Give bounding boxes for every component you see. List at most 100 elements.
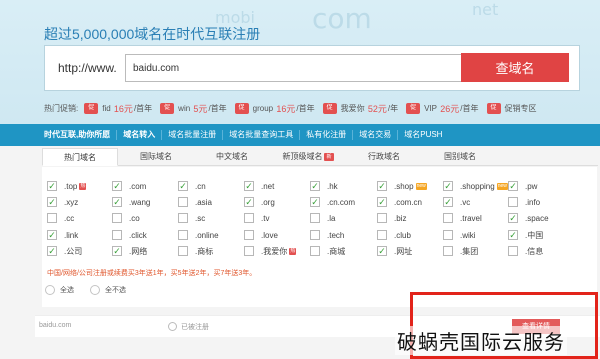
nav-bulk-query[interactable]: 域名批量查询工具 [222,130,299,140]
nav-private-register[interactable]: 私有化注册 [299,130,352,140]
domain-option[interactable]: .信息 [508,245,543,257]
domain-option[interactable]: ✓ .com [112,180,146,192]
nav-domain-transfer[interactable]: 域名转入 [116,130,161,140]
domain-option[interactable]: .商标 [178,245,213,257]
domain-option[interactable]: .info [508,196,540,208]
nav-home[interactable]: 时代互联,助你所愿 [44,130,116,140]
domain-option[interactable]: .集团 [443,245,478,257]
domain-option[interactable]: ✓ .中国 [508,229,543,241]
domain-checkbox[interactable] [310,246,320,256]
domain-option[interactable]: .tech [310,229,344,241]
domain-checkbox[interactable] [178,213,188,223]
domain-checkbox[interactable]: ✓ [443,197,453,207]
domain-checkbox[interactable] [244,246,254,256]
domain-option[interactable]: ✓ .org [244,196,275,208]
domain-checkbox[interactable] [508,197,518,207]
domain-checkbox[interactable] [310,230,320,240]
tab-hot-domains[interactable]: 热门域名 [42,148,118,166]
domain-option[interactable]: ✓ .net [244,180,274,192]
domain-option[interactable]: ✓ .公司 [47,245,82,257]
domain-option[interactable]: ✓ .wang [112,196,150,208]
domain-option[interactable]: ✓ .网络 [112,245,147,257]
promo-item[interactable]: 促 win 5元/首年 [160,102,227,115]
domain-option[interactable]: .asia [178,196,212,208]
domain-checkbox[interactable]: ✓ [310,197,320,207]
domain-option[interactable]: .travel [443,212,482,224]
promo-item[interactable]: 促 VIP 26元/首年 [406,102,479,115]
domain-checkbox[interactable]: ✓ [244,197,254,207]
domain-checkbox[interactable]: ✓ [47,197,57,207]
tab-international[interactable]: 国际域名 [118,148,194,166]
domain-checkbox[interactable]: ✓ [443,181,453,191]
domain-option[interactable]: .tv [244,212,269,224]
nav-domain-trade[interactable]: 域名交易 [352,130,397,140]
domain-checkbox[interactable]: ✓ [377,197,387,207]
tab-chinese[interactable]: 中文域名 [194,148,270,166]
select-all-radio[interactable] [45,285,55,295]
domain-checkbox[interactable] [508,246,518,256]
domain-option[interactable]: ✓ .xyz [47,196,78,208]
domain-option[interactable]: .sc [178,212,205,224]
domain-option[interactable]: .wiki [443,229,476,241]
domain-checkbox[interactable]: ✓ [244,181,254,191]
domain-option[interactable]: ✓ .top 热 [47,180,87,192]
domain-checkbox[interactable]: ✓ [508,213,518,223]
domain-option[interactable]: .我爱你热 [244,245,297,257]
domain-checkbox[interactable]: ✓ [112,246,122,256]
domain-option[interactable]: ✓ .pw [508,180,537,192]
tab-country[interactable]: 国别域名 [422,148,498,166]
domain-checkbox[interactable] [443,213,453,223]
domain-option[interactable]: ✓ .vc [443,196,470,208]
domain-checkbox[interactable]: ✓ [178,181,188,191]
search-domain-button[interactable]: 查域名 [461,53,569,82]
domain-checkbox[interactable]: ✓ [508,230,518,240]
domain-checkbox[interactable] [244,230,254,240]
domain-option[interactable]: .online [178,229,219,241]
domain-option[interactable]: ✓ .hk [310,180,338,192]
domain-checkbox[interactable] [178,230,188,240]
domain-option[interactable]: ✓ .link [47,229,78,241]
domain-option[interactable]: .la [310,212,335,224]
nav-domain-push[interactable]: 域名PUSH [397,130,448,140]
domain-checkbox[interactable]: ✓ [377,246,387,256]
domain-checkbox[interactable]: ✓ [47,246,57,256]
domain-checkbox[interactable]: ✓ [377,181,387,191]
domain-checkbox[interactable] [112,230,122,240]
promo-item[interactable]: 促我爱你 52元/年 [322,102,398,115]
promo-item[interactable]: 促 fid 16元/首年 [84,102,152,115]
domain-checkbox[interactable]: ✓ [112,181,122,191]
domain-option[interactable]: ✓ .cn.com [310,196,355,208]
tab-new-gtld[interactable]: 新顶级域名新 [270,148,346,166]
domain-checkbox[interactable]: ✓ [508,181,518,191]
select-none-radio[interactable] [90,285,100,295]
domain-checkbox[interactable] [443,230,453,240]
domain-checkbox[interactable] [47,213,57,223]
domain-option[interactable]: ✓ .网址 [377,245,412,257]
domain-option[interactable]: .商城 [310,245,345,257]
tab-administrative[interactable]: 行政域名 [346,148,422,166]
domain-checkbox[interactable] [443,246,453,256]
promo-item[interactable]: 促 group 16元/首年 [234,102,315,115]
domain-checkbox[interactable] [377,230,387,240]
domain-checkbox[interactable] [244,213,254,223]
domain-option[interactable]: ✓ .com.cn [377,196,422,208]
promo-zone-link[interactable]: 促促销专区 [486,102,537,114]
domain-checkbox[interactable]: ✓ [112,197,122,207]
domain-option[interactable]: .co [112,212,140,224]
domain-checkbox[interactable]: ✓ [310,181,320,191]
domain-option[interactable]: ✓ .cn [178,180,206,192]
domain-checkbox[interactable]: ✓ [47,230,57,240]
domain-checkbox[interactable] [310,213,320,223]
domain-option[interactable]: .click [112,229,147,241]
domain-search-input[interactable] [125,54,465,82]
domain-option[interactable]: ✓ .space [508,212,549,224]
nav-bulk-register[interactable]: 域名批量注册 [161,130,222,140]
domain-option[interactable]: .biz [377,212,406,224]
domain-option[interactable]: ✓ .shop new [377,180,427,192]
domain-option[interactable]: .love [244,229,278,241]
domain-checkbox[interactable] [377,213,387,223]
domain-checkbox[interactable] [112,213,122,223]
domain-checkbox[interactable] [178,197,188,207]
domain-option[interactable]: .cc [47,212,74,224]
domain-option[interactable]: .club [377,229,411,241]
